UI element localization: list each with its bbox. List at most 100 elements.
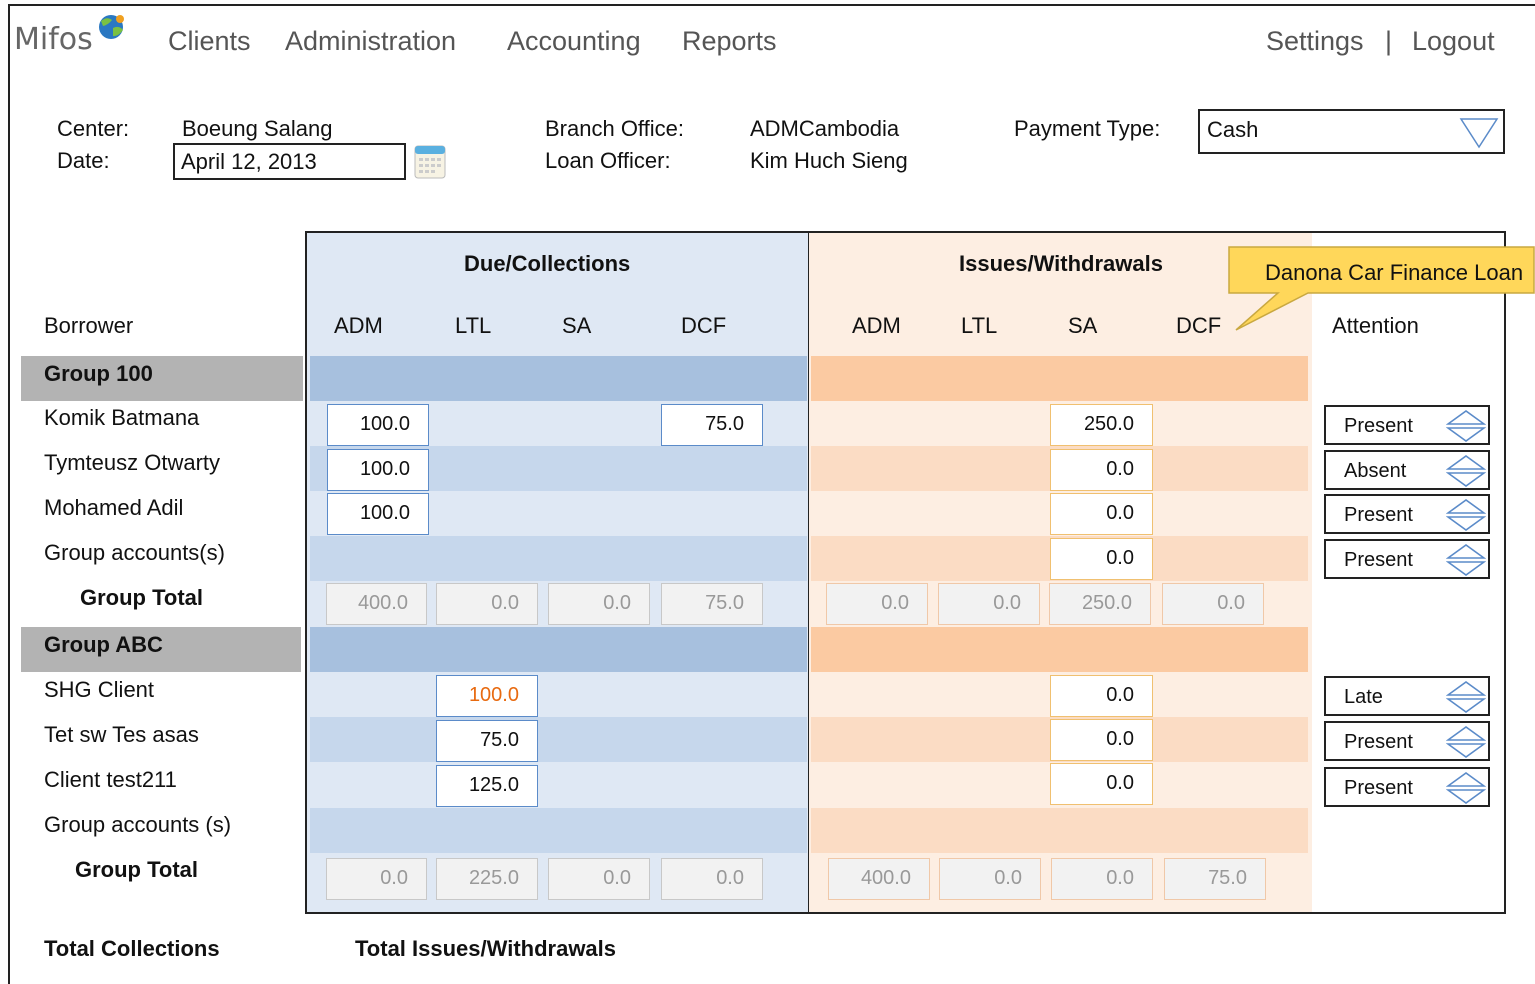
due-adm-input[interactable]: 100.0 — [327, 449, 429, 491]
due-ltl-input[interactable]: 125.0 — [436, 765, 538, 807]
issue-sa-input[interactable]: 0.0 — [1050, 493, 1153, 535]
issue-adm-total: 400.0 — [828, 858, 930, 900]
issue-ltl-total: 0.0 — [939, 858, 1041, 900]
up-down-arrows-icon — [1446, 499, 1486, 531]
issue-sa-input[interactable]: 0.0 — [1050, 538, 1153, 580]
due-adm-total: 400.0 — [326, 583, 427, 625]
up-down-arrows-icon — [1446, 455, 1486, 487]
due-col-sa: SA — [562, 313, 592, 338]
row-band-due — [310, 536, 807, 581]
branch-value: ADMCambodia — [750, 116, 900, 141]
attention-value: Present — [1344, 549, 1413, 571]
attention-select[interactable]: Present — [1324, 721, 1490, 761]
payment-type-value: Cash — [1207, 117, 1259, 142]
row-band-issue — [811, 808, 1308, 853]
attention-select[interactable]: Absent — [1324, 450, 1490, 490]
attention-select[interactable]: Present — [1324, 494, 1490, 534]
due-dcf-total: 0.0 — [661, 858, 763, 900]
up-down-arrows-icon — [1446, 681, 1486, 713]
attention-value: Late — [1344, 686, 1383, 708]
calendar-icon[interactable] — [414, 143, 446, 179]
issue-col-ltl: LTL — [961, 313, 998, 338]
payment-type-label: Payment Type: — [1014, 116, 1161, 141]
chevron-down-icon — [1459, 118, 1499, 149]
nav-separator: | — [1385, 26, 1393, 56]
issue-sa-input[interactable]: 0.0 — [1050, 763, 1153, 805]
issue-dcf-total: 75.0 — [1164, 858, 1266, 900]
row-band-due — [310, 717, 807, 762]
group-band-issue — [811, 627, 1308, 672]
issue-sa-input[interactable]: 0.0 — [1050, 719, 1153, 761]
issue-sa-input[interactable]: 0.0 — [1050, 449, 1153, 491]
due-adm-input[interactable]: 100.0 — [327, 493, 429, 535]
officer-value: Kim Huch Sieng — [750, 148, 908, 173]
group-name: Group ABC — [44, 632, 163, 657]
attention-value: Present — [1344, 504, 1413, 526]
date-label: Date: — [57, 148, 110, 173]
attention-value: Present — [1344, 777, 1413, 799]
attention-select[interactable]: Present — [1324, 539, 1490, 579]
due-ltl-input[interactable]: 100.0 — [436, 675, 538, 717]
up-down-arrows-icon — [1446, 726, 1486, 758]
center-value: Boeung Salang — [182, 116, 333, 141]
due-ltl-total: 225.0 — [436, 858, 538, 900]
issue-adm-total: 0.0 — [826, 583, 928, 625]
due-adm-input[interactable]: 100.0 — [327, 404, 429, 446]
attention-value: Absent — [1344, 460, 1407, 482]
due-col-adm: ADM — [334, 313, 383, 338]
borrower-name: Group accounts(s) — [44, 540, 225, 565]
issue-col-adm: ADM — [852, 313, 901, 338]
globe-icon — [99, 15, 124, 39]
due-ltl-input[interactable]: 75.0 — [436, 720, 538, 762]
borrower-name: Group accounts (s) — [44, 812, 232, 837]
nav-clients[interactable]: Clients — [168, 26, 251, 57]
issue-sa-total: 0.0 — [1051, 858, 1153, 900]
mifos-logo: Mifos — [14, 22, 93, 57]
issue-col-dcf: DCF — [1176, 313, 1222, 338]
total-collections-label: Total Collections — [44, 936, 220, 961]
nav-accounting[interactable]: Accounting — [507, 26, 641, 57]
due-col-ltl: LTL — [455, 313, 492, 338]
up-down-arrows-icon — [1446, 410, 1486, 442]
total-issues-label: Total Issues/Withdrawals — [355, 936, 617, 961]
payment-type-select[interactable]: Cash — [1198, 109, 1505, 154]
borrower-name: Komik Batmana — [44, 405, 200, 430]
due-sa-total: 0.0 — [548, 583, 650, 625]
nav-settings[interactable]: Settings — [1266, 26, 1364, 57]
nav-reports[interactable]: Reports — [682, 26, 777, 57]
nav-logout[interactable]: Logout — [1412, 26, 1495, 57]
attention-value: Present — [1344, 731, 1413, 753]
issue-sa-total: 250.0 — [1049, 583, 1151, 625]
due-col-dcf: DCF — [681, 313, 727, 338]
tooltip-text: Danona Car Finance Loan — [1265, 260, 1524, 285]
borrower-name: Tet sw Tes asas — [44, 722, 199, 747]
row-band-due — [310, 808, 807, 853]
branch-label: Branch Office: — [545, 116, 684, 141]
borrower-name: SHG Client — [44, 677, 155, 702]
borrower-name: Tymteusz Otwarty — [44, 450, 221, 475]
due-dcf-total: 75.0 — [661, 583, 763, 625]
issue-dcf-total: 0.0 — [1162, 583, 1264, 625]
issue-ltl-total: 0.0 — [938, 583, 1040, 625]
attention-select[interactable]: Present — [1324, 767, 1490, 807]
issue-sa-input[interactable]: 250.0 — [1050, 404, 1153, 446]
borrower-name: Mohamed Adil — [44, 495, 184, 520]
center-label: Center: — [57, 116, 130, 141]
borrower-name: Client test211 — [44, 767, 177, 792]
issue-sa-input[interactable]: 0.0 — [1050, 675, 1153, 717]
nav-administration[interactable]: Administration — [285, 26, 456, 57]
date-input[interactable]: April 12, 2013 — [173, 143, 406, 180]
attention-value: Present — [1344, 415, 1413, 437]
up-down-arrows-icon — [1446, 544, 1486, 576]
attention-select[interactable]: Present — [1324, 405, 1490, 445]
group-band-due — [310, 627, 807, 672]
group-name: Group 100 — [44, 361, 153, 386]
due-ltl-total: 0.0 — [436, 583, 538, 625]
issue-col-sa: SA — [1068, 313, 1098, 338]
due-dcf-input[interactable]: 75.0 — [661, 404, 763, 446]
attention-select[interactable]: Late — [1324, 676, 1490, 716]
up-down-arrows-icon — [1446, 772, 1486, 804]
officer-label: Loan Officer: — [545, 148, 671, 173]
due-collections-header: Due/Collections — [464, 251, 631, 276]
borrower-header: Borrower — [44, 313, 134, 338]
